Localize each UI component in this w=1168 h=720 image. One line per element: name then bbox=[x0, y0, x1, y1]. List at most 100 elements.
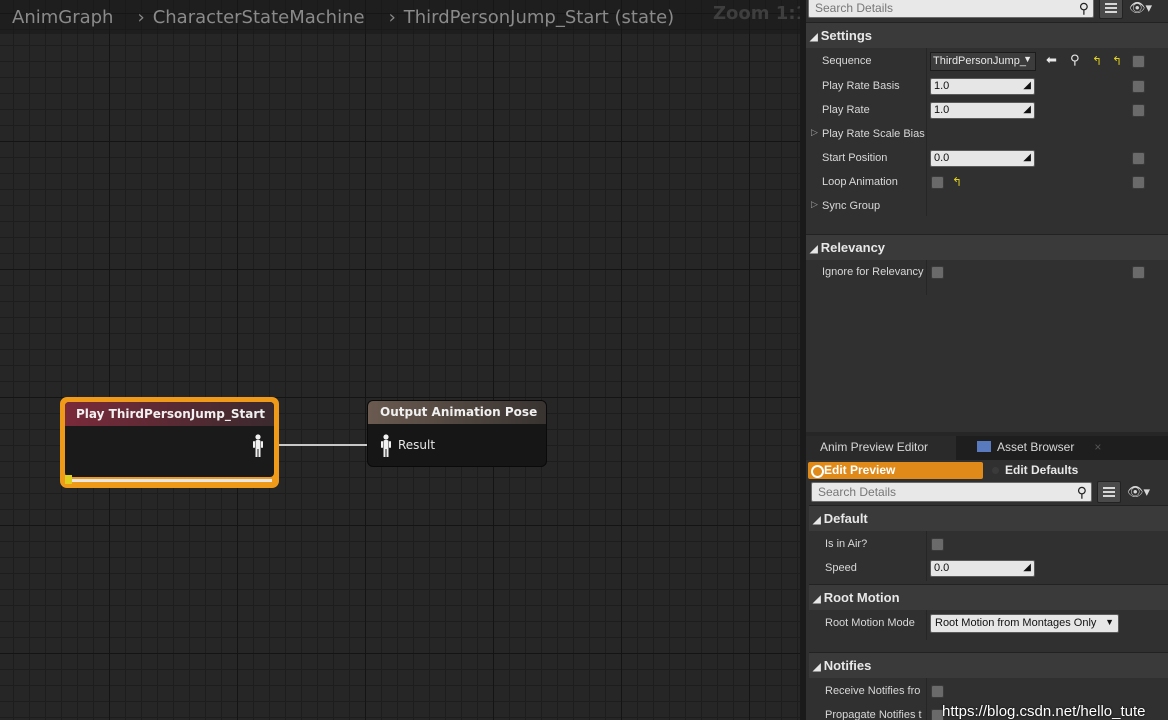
category-label: Default bbox=[823, 511, 868, 526]
search-icon: ⚲ bbox=[1076, 484, 1087, 500]
reset-to-default-button[interactable] bbox=[1132, 266, 1145, 279]
row-receive-notifies: Receive Notifies fro bbox=[806, 680, 1168, 704]
start-position-value: 0.0 bbox=[934, 152, 950, 164]
is-in-air-label: Is in Air? bbox=[825, 538, 868, 550]
collapse-arrow-icon: ◢ bbox=[810, 32, 818, 43]
collapse-arrow-icon: ◢ bbox=[813, 594, 821, 605]
collapse-arrow-icon: ◢ bbox=[810, 244, 818, 255]
use-selected-arrow-icon[interactable]: ⬅ bbox=[1046, 53, 1057, 68]
category-root-motion[interactable]: ◢ Root Motion bbox=[809, 584, 1168, 610]
view-options-list-button[interactable] bbox=[1099, 0, 1123, 19]
pose-input-pin-icon[interactable] bbox=[380, 434, 392, 458]
play-rate-basis-label: Play Rate Basis bbox=[822, 80, 900, 92]
breadcrumb-item-state[interactable]: ThirdPersonJump_Start (state) bbox=[404, 7, 674, 28]
receive-notifies-checkbox[interactable] bbox=[931, 685, 944, 698]
edit-mode-selector: Edit Preview Edit Defaults bbox=[806, 462, 1168, 480]
category-relevancy[interactable]: ◢ Relevancy bbox=[806, 234, 1168, 260]
search-placeholder: Search Details bbox=[815, 1, 894, 15]
row-play-rate-scale-bias[interactable]: ▷ Play Rate Scale Bias bbox=[806, 123, 1168, 147]
edit-preview-label: Edit Preview bbox=[824, 463, 896, 477]
loop-animation-checkbox[interactable] bbox=[931, 176, 944, 189]
details-search-input[interactable]: Search Details ⚲ bbox=[808, 0, 1094, 18]
category-label: Root Motion bbox=[823, 590, 900, 605]
pin-expose-icon[interactable]: ↰ bbox=[1092, 54, 1102, 68]
row-play-rate-basis: Play Rate Basis 1.0 ◢ bbox=[806, 75, 1168, 99]
drag-handle-icon: ◢ bbox=[1023, 562, 1031, 573]
play-rate-basis-value: 1.0 bbox=[934, 80, 950, 92]
tab-label: Anim Preview Editor bbox=[820, 440, 929, 454]
row-is-in-air: Is in Air? bbox=[806, 533, 1168, 557]
play-sequence-node[interactable]: Play ThirdPersonJump_Start bbox=[60, 397, 279, 488]
loop-animation-label: Loop Animation bbox=[822, 176, 898, 188]
sequence-label: Sequence bbox=[822, 55, 872, 67]
row-speed: Speed 0.0 ◢ bbox=[806, 557, 1168, 581]
output-pose-node[interactable]: Output Animation Pose Result bbox=[367, 400, 547, 467]
category-label: Settings bbox=[820, 28, 872, 43]
search-icon: ⚲ bbox=[1078, 0, 1089, 16]
breadcrumb: AnimGraph › CharacterStateMachine › Thir… bbox=[0, 0, 800, 34]
chevron-right-icon: › bbox=[137, 6, 145, 28]
speed-value: 0.0 bbox=[934, 562, 950, 574]
tab-asset-browser[interactable]: Asset Browser × bbox=[963, 436, 1103, 460]
browse-search-icon[interactable]: ⚲ bbox=[1070, 53, 1080, 68]
eye-visibility-icon[interactable]: 👁▾ bbox=[1127, 485, 1150, 500]
ignore-relevancy-label: Ignore for Relevancy bbox=[822, 266, 924, 278]
root-motion-mode-dropdown[interactable]: Root Motion from Montages Only ▼ bbox=[930, 614, 1119, 633]
asset-grid-icon bbox=[977, 441, 991, 452]
expand-arrow-icon[interactable]: ▷ bbox=[811, 200, 818, 210]
speed-input[interactable]: 0.0 ◢ bbox=[930, 560, 1035, 577]
row-ignore-relevancy: Ignore for Relevancy bbox=[806, 261, 1168, 285]
pin-expose-icon[interactable]: ↰ bbox=[1112, 54, 1122, 68]
ignore-relevancy-checkbox[interactable] bbox=[931, 266, 944, 279]
reset-to-default-button[interactable] bbox=[1132, 176, 1145, 189]
zoom-indicator: Zoom 1:1 bbox=[713, 3, 800, 24]
play-rate-basis-input[interactable]: 1.0 ◢ bbox=[930, 78, 1035, 95]
drag-handle-icon: ◢ bbox=[1023, 152, 1031, 163]
row-loop-animation: Loop Animation ↰ bbox=[806, 171, 1168, 195]
anim-graph-canvas[interactable]: AnimGraph › CharacterStateMachine › Thir… bbox=[0, 0, 800, 720]
start-position-input[interactable]: 0.0 ◢ bbox=[930, 150, 1035, 167]
view-options-list-button[interactable] bbox=[1097, 481, 1121, 503]
is-in-air-checkbox[interactable] bbox=[931, 538, 944, 551]
start-position-label: Start Position bbox=[822, 152, 888, 164]
row-root-motion-mode: Root Motion Mode Root Motion from Montag… bbox=[806, 612, 1168, 636]
reset-to-default-button[interactable] bbox=[1132, 80, 1145, 93]
row-play-rate: Play Rate 1.0 ◢ bbox=[806, 99, 1168, 123]
pose-output-pin-icon[interactable] bbox=[252, 434, 264, 458]
play-node-title: Play ThirdPersonJump_Start bbox=[65, 402, 274, 426]
category-settings[interactable]: ◢ Settings bbox=[806, 22, 1168, 48]
reset-to-default-button[interactable] bbox=[1132, 55, 1145, 68]
category-label: Relevancy bbox=[820, 240, 886, 255]
dropdown-arrow-icon: ▼ bbox=[1105, 617, 1114, 627]
dropdown-arrow-icon: ▼ bbox=[1023, 54, 1032, 64]
eye-visibility-icon[interactable]: 👁▾ bbox=[1129, 1, 1152, 16]
expand-arrow-icon[interactable]: ▷ bbox=[811, 128, 818, 138]
tab-anim-preview-editor[interactable]: Anim Preview Editor bbox=[806, 436, 956, 460]
edit-defaults-label: Edit Defaults bbox=[1005, 463, 1079, 477]
play-rate-input[interactable]: 1.0 ◢ bbox=[930, 102, 1035, 119]
playback-progress-bar bbox=[67, 479, 272, 482]
receive-notifies-label: Receive Notifies fro bbox=[825, 685, 921, 697]
speed-label: Speed bbox=[825, 562, 857, 574]
breadcrumb-item-animgraph[interactable]: AnimGraph bbox=[0, 7, 113, 28]
edit-preview-radio[interactable]: Edit Preview bbox=[808, 462, 983, 479]
category-notifies[interactable]: ◢ Notifies bbox=[809, 652, 1168, 678]
anim-preview-editor-panel: Anim Preview Editor Asset Browser × Edit … bbox=[806, 436, 1168, 720]
reset-to-default-button[interactable] bbox=[1132, 152, 1145, 165]
playback-marker bbox=[65, 475, 72, 484]
drag-handle-icon: ◢ bbox=[1023, 104, 1031, 115]
play-rate-scale-bias-label: Play Rate Scale Bias bbox=[822, 128, 925, 140]
breadcrumb-item-statemachine[interactable]: CharacterStateMachine bbox=[153, 7, 365, 28]
reset-to-default-button[interactable] bbox=[1132, 104, 1145, 117]
play-rate-label: Play Rate bbox=[822, 104, 870, 116]
edit-defaults-radio[interactable]: Edit Defaults bbox=[992, 462, 1078, 477]
preview-search-input[interactable]: Search Details ⚲ bbox=[811, 482, 1092, 502]
root-motion-mode-value: Root Motion from Montages Only bbox=[935, 617, 1097, 629]
row-start-position: Start Position 0.0 ◢ bbox=[806, 147, 1168, 171]
category-default[interactable]: ◢ Default bbox=[809, 505, 1168, 531]
close-icon[interactable]: × bbox=[1094, 440, 1101, 454]
row-sync-group[interactable]: ▷ Sync Group bbox=[806, 195, 1168, 219]
sequence-asset-dropdown[interactable]: ThirdPersonJump_ ▼ bbox=[930, 52, 1036, 71]
pin-expose-icon[interactable]: ↰ bbox=[952, 175, 962, 189]
row-sequence: Sequence ThirdPersonJump_ ▼ ⬅ ⚲ ↰ ↰ bbox=[806, 50, 1168, 74]
